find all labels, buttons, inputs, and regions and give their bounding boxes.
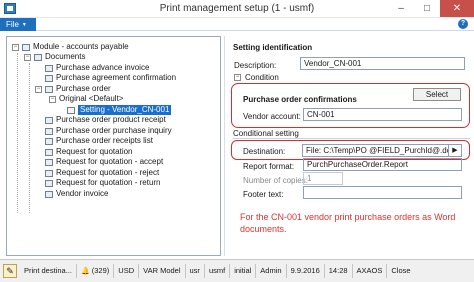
annotation-text: For the CN-001 vendor print purchase ord… <box>240 212 456 234</box>
tree-node-label: Original <Default> <box>59 94 124 103</box>
document-icon <box>45 127 53 135</box>
document-icon <box>45 64 53 72</box>
panel-splitter[interactable] <box>224 36 225 256</box>
tree-node-setting[interactable]: Setting - Vendor_CN-001 <box>67 105 172 115</box>
footer-text-input[interactable] <box>303 186 462 199</box>
tree-node-label: Request for quotation - accept <box>56 157 164 166</box>
destination-input[interactable]: File: C:\Temp\PO @FIELD_PurchId@.docx <box>302 144 449 157</box>
tree-node-label: Documents <box>45 52 86 61</box>
conditional-setting-header: Conditional setting <box>233 129 299 138</box>
destination-label: Destination: <box>243 147 286 156</box>
document-icon <box>45 74 53 82</box>
tree-node-label: Request for quotation <box>56 147 133 156</box>
status-server[interactable]: AXAOS <box>353 264 388 278</box>
status-user[interactable]: Admin <box>256 264 287 278</box>
maximize-button[interactable]: □ <box>414 0 440 17</box>
vendor-account-label: Vendor account: <box>243 112 301 121</box>
footer-text-label: Footer text: <box>243 190 284 199</box>
status-bar: ✎ Print destina... 🔔 (329) USD VAR Model… <box>0 259 474 282</box>
condition-group-header[interactable]: − Condition <box>234 73 279 82</box>
status-layer[interactable]: usr <box>186 264 205 278</box>
tree-node-label: Purchase order product receipt <box>56 115 166 124</box>
status-time[interactable]: 14:28 <box>325 264 353 278</box>
vendor-account-input[interactable]: CN-001 <box>303 108 462 121</box>
tree-node-document[interactable]: Purchase order receipts list <box>45 136 153 146</box>
report-format-input[interactable]: PurchPurchaseOrder.Report <box>303 158 462 171</box>
tree-node-label: Purchase agreement confirmation <box>56 73 177 82</box>
select-button[interactable]: Select <box>413 88 461 101</box>
status-currency[interactable]: USD <box>114 264 140 278</box>
tree-node-label: Purchase advance invoice <box>56 63 150 72</box>
description-label: Description: <box>234 61 277 70</box>
tree-node-label: Purchase order purchase inquiry <box>56 126 172 135</box>
tree-node-label: Purchase order <box>56 84 111 93</box>
tree-node-label: Request for quotation - reject <box>56 168 160 177</box>
tree-node-document[interactable]: Request for quotation - return <box>45 178 161 188</box>
tree-node-document[interactable]: Purchase order product receipt <box>45 115 166 125</box>
notification-count: (329) <box>91 266 110 275</box>
document-tree: − Module - accounts payable − Documents … <box>6 36 221 256</box>
tree-node-document[interactable]: Request for quotation - reject <box>45 168 159 178</box>
document-icon <box>45 148 53 156</box>
chevron-down-icon: ▼ <box>21 21 27 28</box>
tree-node-document[interactable]: Purchase advance invoice <box>45 63 149 73</box>
status-partition[interactable]: initial <box>230 264 257 278</box>
collapse-icon[interactable]: − <box>35 85 42 93</box>
status-company[interactable]: usmf <box>205 264 231 278</box>
tree-node-document[interactable]: Purchase agreement confirmation <box>45 73 176 83</box>
minimize-button[interactable]: – <box>388 0 414 17</box>
destination-lookup-arrow-icon[interactable]: ▶ <box>449 144 462 157</box>
collapse-icon[interactable]: − <box>24 53 31 61</box>
help-icon[interactable]: ? <box>458 19 468 29</box>
tree-node-purchase-order[interactable]: − Purchase order <box>35 84 111 94</box>
tree-node-document[interactable]: Request for quotation <box>45 147 133 157</box>
description-input[interactable]: Vendor_CN-001 <box>300 57 465 70</box>
tree-node-document[interactable]: Vendor invoice <box>45 189 108 199</box>
file-menu-label: File <box>6 20 19 29</box>
tree-guide-line <box>29 63 30 213</box>
tree-node-label: Vendor invoice <box>56 189 109 198</box>
document-icon <box>45 169 53 177</box>
tree-node-documents[interactable]: − Documents <box>24 52 85 62</box>
setting-identification-header: Setting identification <box>233 43 313 52</box>
document-icon <box>45 179 53 187</box>
condition-label: Condition <box>245 73 279 82</box>
document-icon <box>45 137 53 145</box>
title-bar: Print management setup (1 - usmf) – □ ✕ <box>0 0 474 18</box>
edit-pencil-icon[interactable]: ✎ <box>3 264 17 278</box>
collapse-icon[interactable]: − <box>12 43 19 51</box>
document-icon <box>45 190 53 198</box>
section-divider <box>233 138 470 139</box>
bell-icon: 🔔 <box>80 268 90 275</box>
tree-node-label: Setting - Vendor_CN-001 <box>78 105 172 115</box>
folder-icon <box>34 53 42 61</box>
setting-icon <box>67 106 75 114</box>
document-icon <box>45 116 53 124</box>
status-model[interactable]: VAR Model <box>139 264 186 278</box>
folder-icon <box>22 43 30 51</box>
tree-node-document[interactable]: Request for quotation - accept <box>45 157 163 167</box>
close-button[interactable]: ✕ <box>440 0 474 17</box>
report-format-label: Report format: <box>243 162 295 171</box>
tree-node-module[interactable]: − Module - accounts payable <box>12 42 129 52</box>
menu-bar: File ▼ ? <box>0 18 474 31</box>
status-close-button[interactable]: Close <box>387 264 414 278</box>
tree-node-label: Request for quotation - return <box>56 178 161 187</box>
tree-guide-line <box>17 53 18 213</box>
status-notifications[interactable]: 🔔 (329) <box>77 264 115 278</box>
copies-label: Number of copies: <box>243 176 308 185</box>
status-print-destination[interactable]: Print destina... <box>20 264 77 278</box>
tree-node-original[interactable]: − Original <Default> <box>49 94 123 104</box>
tree-node-document[interactable]: Purchase order purchase inquiry <box>45 126 172 136</box>
collapse-icon[interactable]: − <box>49 95 56 103</box>
tree-node-label: Module - accounts payable <box>33 42 129 51</box>
document-icon <box>45 85 53 93</box>
document-icon <box>45 158 53 166</box>
collapse-icon[interactable]: − <box>234 74 241 81</box>
po-confirmations-header: Purchase order confirmations <box>243 95 357 104</box>
file-menu-button[interactable]: File ▼ <box>0 18 36 31</box>
status-date[interactable]: 9.9.2016 <box>287 264 325 278</box>
copies-input[interactable]: 1 <box>303 172 343 185</box>
tree-node-label: Purchase order receipts list <box>56 136 153 145</box>
